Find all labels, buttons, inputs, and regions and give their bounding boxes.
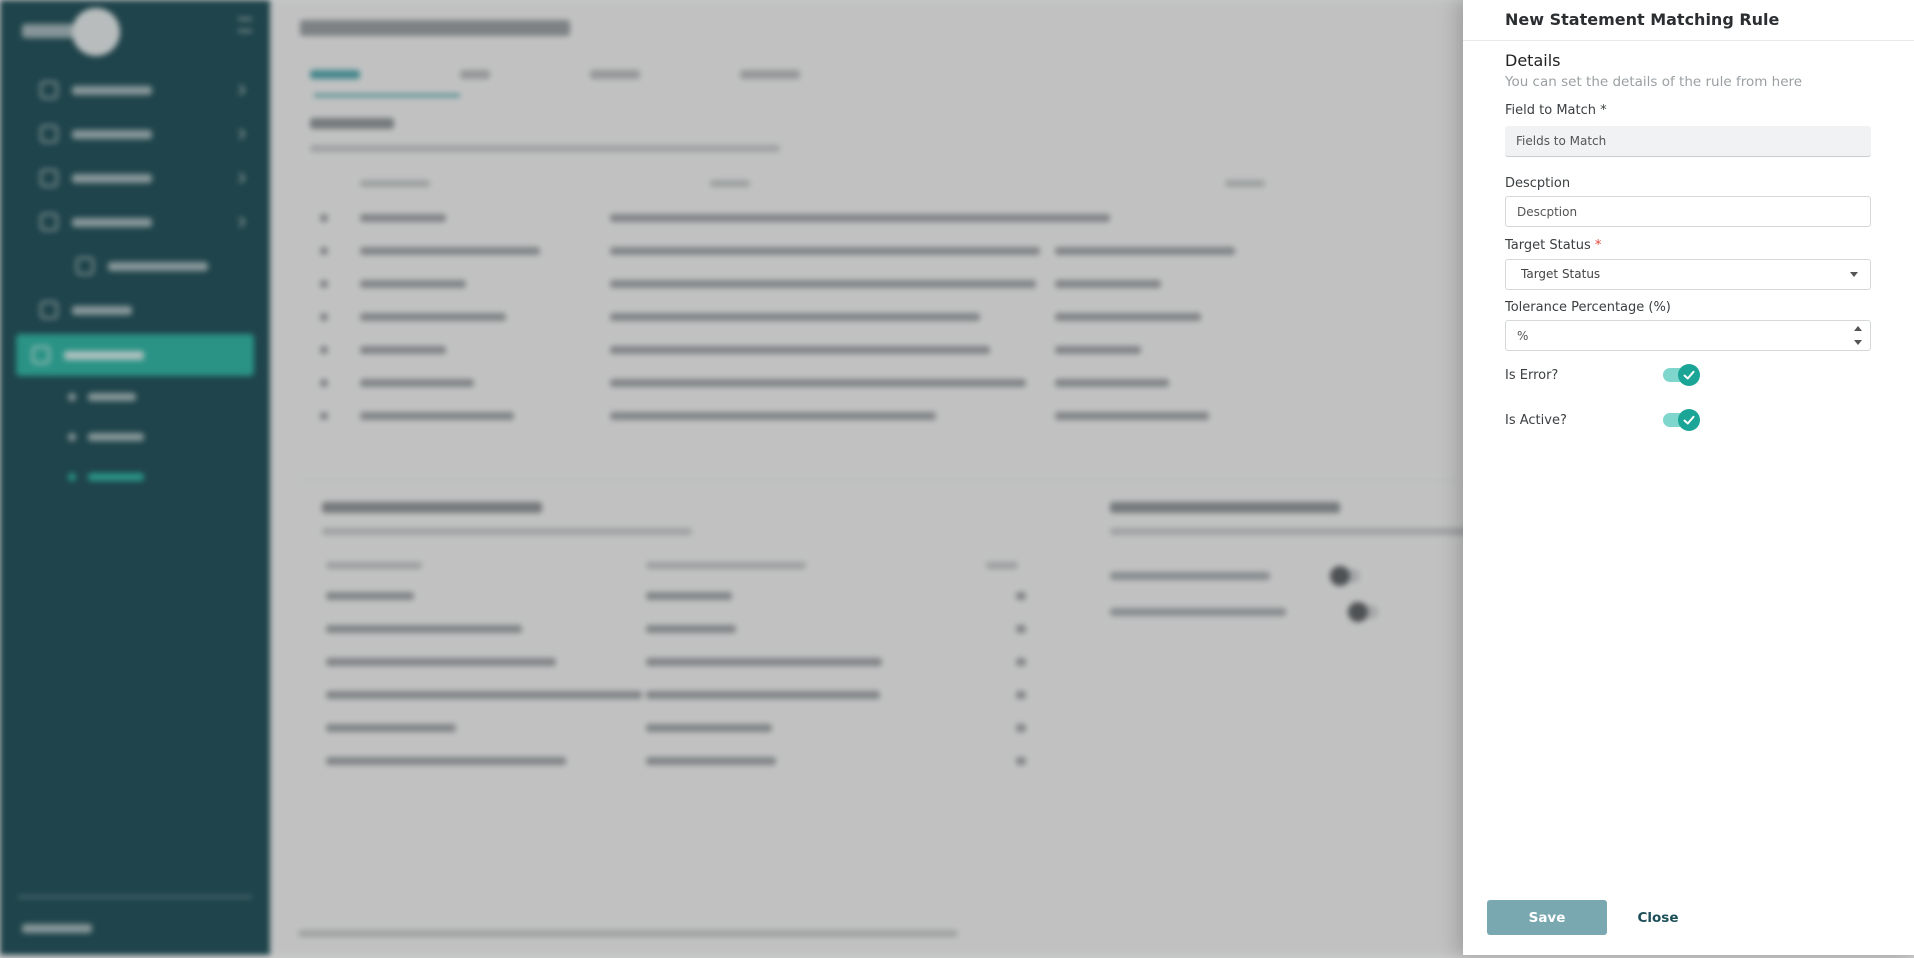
checkmark-icon: [1683, 370, 1695, 380]
close-button[interactable]: Close: [1628, 900, 1688, 935]
field-to-match-label-text: Field to Match: [1505, 103, 1596, 118]
new-rule-drawer: New Statement Matching Rule Details You …: [1463, 0, 1914, 955]
is-error-label: Is Error?: [1505, 368, 1559, 383]
target-status-placeholder: Target Status: [1521, 267, 1601, 281]
is-active-label: Is Active?: [1505, 413, 1567, 428]
tolerance-field-wrapper: [1463, 320, 1914, 351]
save-button[interactable]: Save: [1487, 900, 1607, 935]
spin-down-icon[interactable]: [1854, 340, 1862, 345]
target-status-label-text: Target Status: [1505, 238, 1591, 253]
description-label: Descption: [1505, 176, 1571, 191]
drawer-header: New Statement Matching Rule: [1463, 0, 1914, 41]
field-to-match-label: Field to Match *: [1505, 103, 1607, 118]
drawer-title: New Statement Matching Rule: [1505, 10, 1780, 29]
details-heading: Details: [1505, 51, 1561, 70]
tolerance-input[interactable]: [1505, 320, 1871, 351]
spin-up-icon[interactable]: [1854, 326, 1862, 331]
checkmark-icon: [1683, 415, 1695, 425]
toggle-knob: [1678, 409, 1700, 431]
tolerance-label: Tolerance Percentage (%): [1505, 300, 1671, 315]
chevron-down-icon: [1850, 272, 1858, 277]
required-mark: *: [1594, 238, 1602, 253]
field-to-match-input[interactable]: [1505, 126, 1871, 157]
required-mark: *: [1600, 103, 1607, 118]
description-input[interactable]: [1505, 196, 1871, 227]
details-subtitle: You can set the details of the rule from…: [1505, 74, 1803, 90]
toggle-knob: [1678, 364, 1700, 386]
target-status-label: Target Status *: [1505, 238, 1601, 253]
target-status-select[interactable]: Target Status: [1505, 259, 1871, 290]
is-error-toggle[interactable]: [1663, 364, 1700, 386]
is-active-toggle[interactable]: [1663, 409, 1700, 431]
